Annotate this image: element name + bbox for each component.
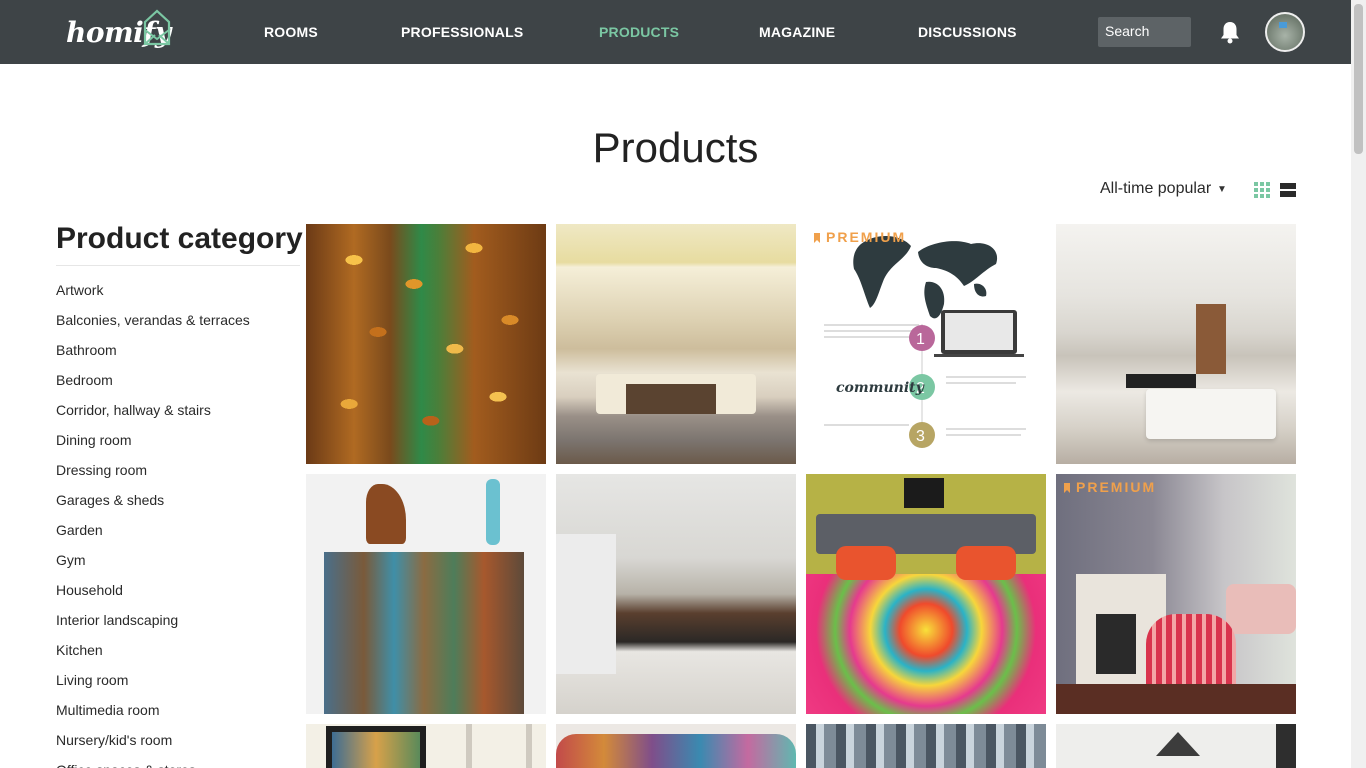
category-list: Artwork Balconies, verandas & terraces B… bbox=[56, 280, 250, 768]
product-tile-grey-decor[interactable] bbox=[1056, 724, 1296, 768]
page-title: Products bbox=[592, 124, 759, 171]
product-image bbox=[306, 224, 546, 464]
coffee-table-shape bbox=[626, 384, 716, 414]
step-3-label: 3 bbox=[916, 428, 925, 445]
pillow-shape bbox=[956, 546, 1016, 580]
product-tile-amber-bead-curtain[interactable] bbox=[306, 224, 546, 464]
category-item[interactable]: Garages & sheds bbox=[56, 490, 250, 520]
product-image bbox=[556, 224, 796, 464]
category-item[interactable]: Dining room bbox=[56, 430, 250, 460]
category-item[interactable]: Living room bbox=[56, 670, 250, 700]
category-item[interactable]: Artwork bbox=[56, 280, 250, 310]
camel-figurine-shape bbox=[366, 484, 406, 544]
nav-professionals[interactable]: PROFESSIONALS bbox=[401, 24, 523, 40]
frame-edge-shape bbox=[1276, 724, 1296, 768]
pole-shape bbox=[466, 724, 472, 768]
search-input[interactable]: Search bbox=[1098, 17, 1191, 47]
table-shape bbox=[1126, 374, 1196, 388]
wood-panel-shape bbox=[1196, 304, 1226, 374]
category-item[interactable]: Household bbox=[56, 580, 250, 610]
nav-magazine[interactable]: MAGAZINE bbox=[759, 24, 835, 40]
category-item[interactable]: Dressing room bbox=[56, 460, 250, 490]
category-item[interactable]: Nursery/kid's room bbox=[56, 730, 250, 760]
grid-view-icon[interactable] bbox=[1254, 182, 1270, 198]
category-item[interactable]: Bathroom bbox=[56, 340, 250, 370]
page-scrollbar[interactable] bbox=[1351, 0, 1366, 768]
nav-discussions[interactable]: DISCUSSIONS bbox=[918, 24, 1017, 40]
sofa-shape bbox=[1146, 389, 1276, 439]
sidebar-title: Product category bbox=[56, 222, 303, 255]
category-item[interactable]: Interior landscaping bbox=[56, 610, 250, 640]
product-tile-community-infographic[interactable]: 1 2 3 community PREMIUM bbox=[806, 224, 1046, 464]
category-item[interactable]: Multimedia room bbox=[56, 700, 250, 730]
community-brand-text: community bbox=[836, 380, 925, 396]
product-tile-pink-fireplace-lounge[interactable]: PREMIUM bbox=[1056, 474, 1296, 714]
product-tile-painted-cabinet[interactable] bbox=[306, 474, 546, 714]
caret-down-icon[interactable]: ▼ bbox=[1217, 184, 1227, 195]
product-tile-waterfall-screen[interactable] bbox=[806, 724, 1046, 768]
premium-badge: PREMIUM bbox=[814, 229, 906, 245]
homify-logo[interactable]: homify bbox=[64, 6, 174, 56]
sort-dropdown[interactable]: All-time popular bbox=[1100, 180, 1211, 198]
product-tile-mandala-bedspread[interactable] bbox=[806, 474, 1046, 714]
category-item[interactable]: Bedroom bbox=[56, 370, 250, 400]
nav-products[interactable]: PRODUCTS bbox=[599, 24, 679, 40]
product-tile-modern-kitchen[interactable] bbox=[556, 474, 796, 714]
product-image bbox=[806, 724, 1046, 768]
vase-shape bbox=[486, 479, 500, 545]
fridge-shape bbox=[556, 534, 616, 674]
category-item[interactable]: Gym bbox=[56, 550, 250, 580]
premium-badge: PREMIUM bbox=[1064, 479, 1156, 495]
house-envelope-icon bbox=[143, 9, 171, 46]
scrollbar-thumb[interactable] bbox=[1354, 4, 1363, 154]
category-item[interactable]: Kitchen bbox=[56, 640, 250, 670]
sofa-shape bbox=[1226, 584, 1296, 634]
category-item[interactable]: Garden bbox=[56, 520, 250, 550]
lamp-shape bbox=[1156, 732, 1200, 756]
nav-rooms[interactable]: ROOMS bbox=[264, 24, 318, 40]
wall-frame-shape bbox=[904, 478, 944, 508]
product-tile-cream-living-room[interactable] bbox=[556, 224, 796, 464]
artwork-shape bbox=[332, 732, 420, 768]
cabinet-shape bbox=[324, 552, 524, 714]
category-item[interactable]: Corridor, hallway & stairs bbox=[56, 400, 250, 430]
world-map-graphic: 1 2 3 community bbox=[824, 235, 1026, 448]
user-avatar[interactable] bbox=[1265, 12, 1305, 52]
avatar-image bbox=[1279, 22, 1287, 28]
pole-shape bbox=[526, 724, 532, 768]
fireplace-opening-shape bbox=[1096, 614, 1136, 674]
product-tile-white-living-room[interactable] bbox=[1056, 224, 1296, 464]
bedspread-shape bbox=[806, 574, 1046, 714]
bench-shape bbox=[556, 734, 796, 768]
step-1-label: 1 bbox=[916, 331, 925, 348]
category-item[interactable]: Balconies, verandas & terraces bbox=[56, 310, 250, 340]
category-item[interactable]: Office spaces & stores bbox=[56, 760, 250, 768]
sidebar-divider bbox=[56, 265, 300, 266]
floor-shape bbox=[1056, 684, 1296, 714]
top-navigation-bar: homify ROOMS PROFESSIONALS PRODUCTS MAGA… bbox=[0, 0, 1351, 64]
pillow-shape bbox=[836, 546, 896, 580]
list-view-icon[interactable] bbox=[1280, 182, 1296, 198]
bell-icon[interactable] bbox=[1219, 20, 1241, 44]
product-tile-patchwork-bench[interactable] bbox=[556, 724, 796, 768]
product-tile-framed-art-room[interactable] bbox=[306, 724, 546, 768]
